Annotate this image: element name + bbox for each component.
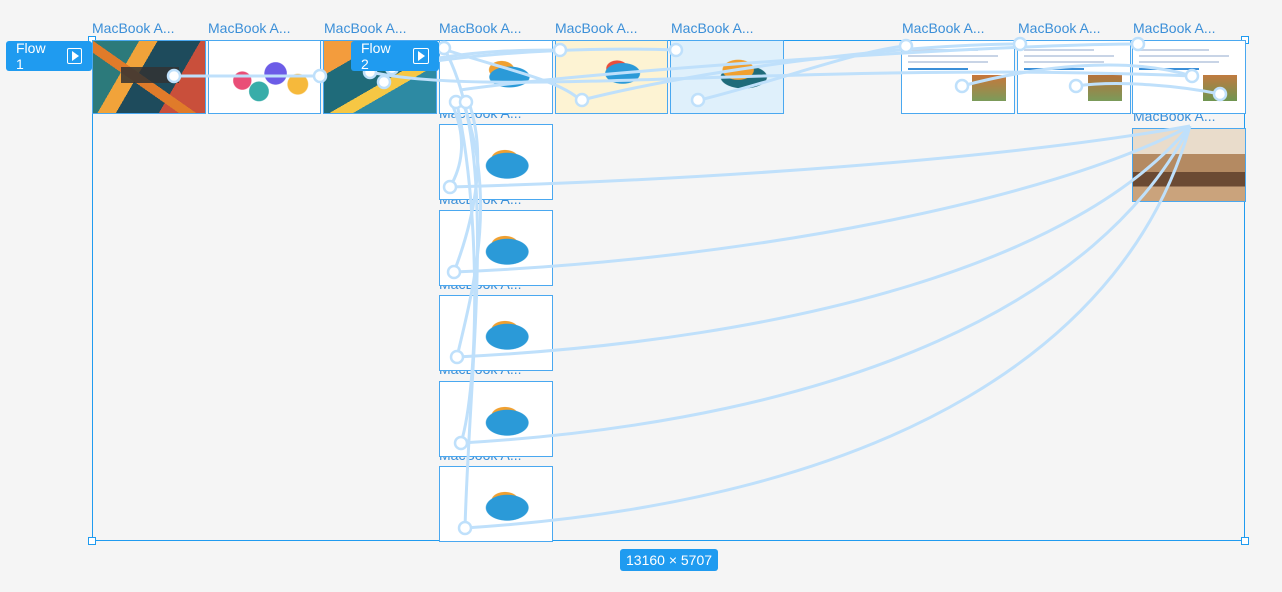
frame-label[interactable]: MacBook A... [1133, 20, 1215, 36]
overlay-card [121, 67, 179, 83]
frame-thumbnail-map[interactable] [92, 40, 206, 114]
frame-label[interactable]: MacBook A... [439, 20, 521, 36]
frame-thumbnail-page[interactable] [439, 40, 553, 114]
frame-thumbnail-page[interactable] [439, 210, 553, 286]
city-illustration [440, 125, 552, 199]
frame-thumbnail-page[interactable] [439, 381, 553, 457]
city-illustration [556, 41, 667, 113]
frame-thumbnail-page[interactable] [439, 466, 553, 542]
resize-handle-bottom-left[interactable] [88, 537, 96, 545]
city-illustration [440, 467, 552, 541]
play-icon[interactable] [413, 48, 429, 64]
resize-handle-bottom-right[interactable] [1241, 537, 1249, 545]
city-illustration [440, 211, 552, 285]
play-icon[interactable] [66, 48, 82, 64]
frame-thumbnail-page[interactable] [439, 295, 553, 371]
frame-thumbnail-photo[interactable] [1132, 128, 1246, 202]
city-illustration [440, 296, 552, 370]
frame-thumbnail-city[interactable] [208, 40, 321, 114]
flow-label: Flow 2 [361, 40, 391, 72]
flow-start-badge[interactable]: Flow 1 [6, 40, 92, 72]
frame-thumbnail-page[interactable] [670, 40, 784, 114]
frame-label[interactable]: MacBook A... [671, 20, 753, 36]
frame-thumbnail-document[interactable] [901, 40, 1015, 114]
city-illustration [440, 41, 552, 113]
house-illustration [972, 75, 1006, 101]
city-illustration [440, 382, 552, 456]
interior-photo [1133, 129, 1245, 201]
frame-label[interactable]: MacBook A... [324, 20, 406, 36]
frame-label[interactable]: MacBook A... [92, 20, 174, 36]
selection-bounding-box[interactable] [92, 40, 1245, 541]
frame-thumbnail-page[interactable] [439, 124, 553, 200]
frame-label[interactable]: MacBook A... [208, 20, 290, 36]
selection-size-badge: 13160 × 5707 [620, 549, 719, 571]
flow-label: Flow 1 [16, 40, 46, 72]
flow-start-badge[interactable]: Flow 2 [351, 40, 439, 72]
frame-label[interactable]: MacBook A... [555, 20, 637, 36]
frame-thumbnail-document[interactable] [1132, 40, 1246, 114]
frame-label[interactable]: MacBook A... [1018, 20, 1100, 36]
frame-label[interactable]: MacBook A... [902, 20, 984, 36]
city-illustration [209, 41, 320, 113]
frame-thumbnail-document[interactable] [1017, 40, 1131, 114]
house-illustration [1203, 75, 1237, 101]
frame-thumbnail-page[interactable] [555, 40, 668, 114]
city-illustration [671, 41, 783, 113]
house-illustration [1088, 75, 1122, 101]
